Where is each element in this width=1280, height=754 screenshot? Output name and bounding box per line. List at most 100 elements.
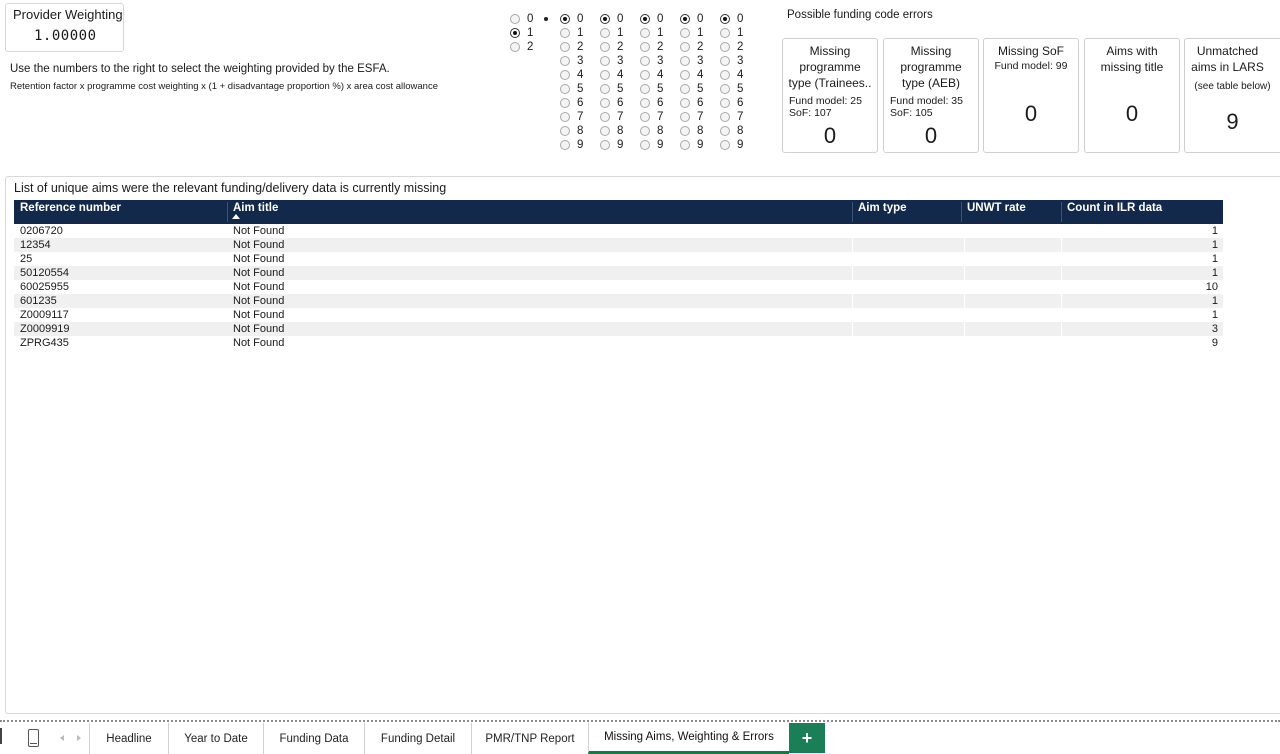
digit-option[interactable]: 6 <box>560 96 600 110</box>
radio-icon[interactable] <box>720 126 730 136</box>
digit-option[interactable]: 4 <box>640 68 680 82</box>
radio-icon[interactable] <box>720 84 730 94</box>
radio-icon[interactable] <box>560 56 570 66</box>
radio-icon[interactable] <box>720 70 730 80</box>
digit-option[interactable]: 8 <box>680 124 720 138</box>
radio-selected-icon[interactable] <box>680 14 690 24</box>
digit-option[interactable]: 9 <box>680 138 720 152</box>
digit-option[interactable]: 8 <box>640 124 680 138</box>
previous-sheet-icon[interactable] <box>60 735 64 741</box>
table-row[interactable]: ZPRG435 Not Found 9 <box>14 336 1223 350</box>
radio-icon[interactable] <box>600 126 610 136</box>
radio-icon[interactable] <box>720 56 730 66</box>
table-row[interactable]: Z0009919 Not Found 3 <box>14 322 1223 336</box>
column-header-aim-type[interactable]: Aim type <box>852 202 907 222</box>
radio-icon[interactable] <box>600 28 610 38</box>
tab-funding-data[interactable]: Funding Data <box>263 723 364 754</box>
radio-icon[interactable] <box>680 126 690 136</box>
digit-option[interactable]: 6 <box>640 96 680 110</box>
radio-icon[interactable] <box>640 84 650 94</box>
radio-icon[interactable] <box>560 42 570 52</box>
table-row[interactable]: 25 Not Found 1 <box>14 252 1223 266</box>
digit-option[interactable]: 1 <box>680 26 720 40</box>
radio-icon[interactable] <box>680 112 690 122</box>
table-row[interactable]: 50120554 Not Found 1 <box>14 266 1223 280</box>
digit-option[interactable]: 0 <box>680 12 720 26</box>
digit-option[interactable]: 8 <box>600 124 640 138</box>
radio-icon[interactable] <box>510 14 520 24</box>
digit-option[interactable]: 3 <box>560 54 600 68</box>
radio-icon[interactable] <box>560 112 570 122</box>
radio-icon[interactable] <box>600 56 610 66</box>
digit-option[interactable]: 8 <box>560 124 600 138</box>
column-header-unwt-rate[interactable]: UNWT rate <box>961 202 1026 222</box>
radio-icon[interactable] <box>640 126 650 136</box>
digit-option[interactable]: 7 <box>640 110 680 124</box>
radio-icon[interactable] <box>560 70 570 80</box>
digit-option[interactable]: 9 <box>600 138 640 152</box>
radio-icon[interactable] <box>680 140 690 150</box>
radio-icon[interactable] <box>640 56 650 66</box>
radio-icon[interactable] <box>600 98 610 108</box>
digit-option[interactable]: 5 <box>600 82 640 96</box>
tab-headline[interactable]: Headline <box>89 723 168 754</box>
radio-icon[interactable] <box>640 70 650 80</box>
radio-icon[interactable] <box>560 28 570 38</box>
digit-option[interactable]: 5 <box>640 82 680 96</box>
digit-option[interactable]: 8 <box>720 124 760 138</box>
tab-pmr-tnp-report[interactable]: PMR/TNP Report <box>471 723 588 754</box>
digit-option[interactable]: 7 <box>680 110 720 124</box>
digit-option[interactable]: 3 <box>640 54 680 68</box>
radio-selected-icon[interactable] <box>720 14 730 24</box>
add-sheet-button[interactable]: + <box>789 723 825 753</box>
column-header-aim-title[interactable]: Aim title <box>227 202 278 222</box>
digit-option[interactable]: 2 <box>510 40 550 54</box>
digit-option[interactable]: 5 <box>680 82 720 96</box>
radio-icon[interactable] <box>720 42 730 52</box>
radio-selected-icon[interactable] <box>510 28 520 38</box>
sheet-list-icon[interactable] <box>28 729 39 747</box>
radio-icon[interactable] <box>640 98 650 108</box>
digit-option[interactable]: 7 <box>560 110 600 124</box>
digit-option[interactable]: 6 <box>720 96 760 110</box>
radio-icon[interactable] <box>640 42 650 52</box>
radio-icon[interactable] <box>600 42 610 52</box>
radio-icon[interactable] <box>720 140 730 150</box>
digit-option[interactable]: 7 <box>720 110 760 124</box>
digit-option[interactable]: 9 <box>640 138 680 152</box>
digit-option[interactable]: 1 <box>510 26 550 40</box>
digit-option[interactable]: 0 <box>560 12 600 26</box>
radio-icon[interactable] <box>720 98 730 108</box>
radio-icon[interactable] <box>600 84 610 94</box>
tab-funding-detail[interactable]: Funding Detail <box>364 723 471 754</box>
digit-option[interactable]: 4 <box>560 68 600 82</box>
radio-icon[interactable] <box>560 84 570 94</box>
radio-icon[interactable] <box>600 112 610 122</box>
digit-option[interactable]: 2 <box>560 40 600 54</box>
digit-option[interactable]: 7 <box>600 110 640 124</box>
table-row[interactable]: 60025955 Not Found 10 <box>14 280 1223 294</box>
radio-icon[interactable] <box>680 56 690 66</box>
radio-icon[interactable] <box>600 70 610 80</box>
table-row[interactable]: 0206720 Not Found 1 <box>14 224 1223 238</box>
radio-icon[interactable] <box>510 42 520 52</box>
radio-icon[interactable] <box>680 70 690 80</box>
radio-icon[interactable] <box>640 112 650 122</box>
digit-option[interactable]: 2 <box>720 40 760 54</box>
digit-option[interactable]: 5 <box>560 82 600 96</box>
digit-option[interactable]: 9 <box>720 138 760 152</box>
digit-option[interactable]: 2 <box>640 40 680 54</box>
digit-option[interactable]: 1 <box>560 26 600 40</box>
radio-icon[interactable] <box>680 28 690 38</box>
digit-option[interactable]: 0 <box>720 12 760 26</box>
table-row[interactable]: 601235 Not Found 1 <box>14 294 1223 308</box>
digit-option[interactable]: 0 <box>600 12 640 26</box>
digit-option[interactable]: 4 <box>680 68 720 82</box>
digit-option[interactable]: 0 <box>640 12 680 26</box>
radio-icon[interactable] <box>720 112 730 122</box>
digit-option[interactable]: 5 <box>720 82 760 96</box>
digit-option[interactable]: 1 <box>600 26 640 40</box>
digit-option[interactable]: 1 <box>640 26 680 40</box>
radio-icon[interactable] <box>680 84 690 94</box>
digit-option[interactable]: 3 <box>600 54 640 68</box>
